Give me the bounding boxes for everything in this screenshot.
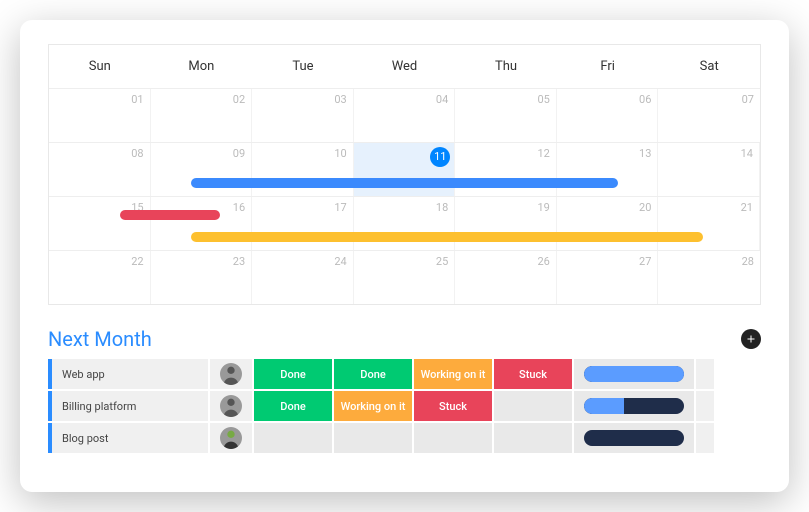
section-header: Next Month <box>48 327 761 351</box>
current-day-badge: 11 <box>430 147 450 167</box>
progress-fill <box>584 398 624 414</box>
progress-cell[interactable] <box>574 423 694 453</box>
add-icon[interactable] <box>741 329 761 349</box>
day-cell[interactable]: 05 <box>455 89 557 142</box>
status-cell[interactable]: Working on it <box>414 359 492 389</box>
task-name[interactable]: Blog post <box>48 423 208 453</box>
avatar <box>220 395 242 417</box>
status-cell[interactable]: Working on it <box>334 391 412 421</box>
weekday-label: Wed <box>354 45 456 88</box>
weekday-label: Sun <box>49 45 151 88</box>
weekday-label: Fri <box>557 45 659 88</box>
task-table: Web app Done Done Working on it Stuck Bi… <box>48 359 761 453</box>
avatar-cell[interactable] <box>210 359 252 389</box>
day-cell[interactable]: 10 <box>252 143 354 196</box>
day-cell[interactable]: 16 <box>151 197 253 250</box>
avatar-cell[interactable] <box>210 423 252 453</box>
table-row: Blog post <box>48 423 761 453</box>
row-end <box>696 359 714 389</box>
event-bar[interactable] <box>191 232 703 242</box>
day-cell[interactable]: 24 <box>252 251 354 304</box>
day-cell[interactable]: 17 <box>252 197 354 250</box>
calendar: Sun Mon Tue Wed Thu Fri Sat 01 02 03 04 … <box>48 44 761 305</box>
event-bar[interactable] <box>120 210 220 220</box>
day-cell[interactable]: 06 <box>557 89 659 142</box>
day-cell[interactable]: 27 <box>557 251 659 304</box>
status-cell[interactable]: Done <box>334 359 412 389</box>
calendar-row: 15 16 17 18 19 20 21 <box>49 196 760 250</box>
day-cell[interactable]: 12 <box>455 143 557 196</box>
day-cell[interactable]: 13 <box>557 143 659 196</box>
status-cell[interactable]: Done <box>254 391 332 421</box>
task-name[interactable]: Web app <box>48 359 208 389</box>
day-cell[interactable]: 28 <box>658 251 760 304</box>
app-card: Sun Mon Tue Wed Thu Fri Sat 01 02 03 04 … <box>20 20 789 492</box>
weekday-label: Sat <box>658 45 760 88</box>
task-name[interactable]: Billing platform <box>48 391 208 421</box>
day-cell[interactable]: 22 <box>49 251 151 304</box>
weekday-label: Thu <box>455 45 557 88</box>
progress-fill <box>584 366 684 382</box>
day-cell[interactable]: 18 <box>354 197 456 250</box>
day-cell[interactable]: 04 <box>354 89 456 142</box>
section-title: Next Month <box>48 327 152 351</box>
calendar-row: 22 23 24 25 26 27 28 <box>49 250 760 304</box>
status-cell[interactable]: Stuck <box>494 359 572 389</box>
day-cell[interactable]: 01 <box>49 89 151 142</box>
calendar-header: Sun Mon Tue Wed Thu Fri Sat <box>49 45 760 88</box>
status-cell[interactable]: Stuck <box>414 391 492 421</box>
avatar <box>220 427 242 449</box>
calendar-row: 08 09 10 11 12 13 14 <box>49 142 760 196</box>
day-cell[interactable]: 09 <box>151 143 253 196</box>
weekday-label: Tue <box>252 45 354 88</box>
day-cell[interactable]: 15 <box>49 197 151 250</box>
day-cell[interactable]: 20 <box>557 197 659 250</box>
status-cell[interactable] <box>494 391 572 421</box>
avatar-cell[interactable] <box>210 391 252 421</box>
day-cell[interactable]: 03 <box>252 89 354 142</box>
event-bar[interactable] <box>191 178 618 188</box>
status-cell[interactable] <box>494 423 572 453</box>
status-cell[interactable] <box>334 423 412 453</box>
status-cell[interactable] <box>414 423 492 453</box>
day-cell[interactable]: 14 <box>658 143 760 196</box>
progress-cell[interactable] <box>574 359 694 389</box>
calendar-row: 01 02 03 04 05 06 07 <box>49 88 760 142</box>
day-cell[interactable]: 02 <box>151 89 253 142</box>
plus-icon <box>745 333 757 345</box>
row-end <box>696 423 714 453</box>
table-row: Billing platform Done Working on it Stuc… <box>48 391 761 421</box>
weekday-label: Mon <box>151 45 253 88</box>
status-cell[interactable] <box>254 423 332 453</box>
day-cell[interactable]: 21 <box>658 197 760 250</box>
progress-cell[interactable] <box>574 391 694 421</box>
table-row: Web app Done Done Working on it Stuck <box>48 359 761 389</box>
day-cell[interactable]: 07 <box>658 89 760 142</box>
avatar <box>220 363 242 385</box>
day-cell[interactable]: 19 <box>455 197 557 250</box>
row-end <box>696 391 714 421</box>
status-cell[interactable]: Done <box>254 359 332 389</box>
day-cell[interactable]: 23 <box>151 251 253 304</box>
day-cell[interactable]: 26 <box>455 251 557 304</box>
day-cell[interactable]: 08 <box>49 143 151 196</box>
day-cell-current[interactable]: 11 <box>354 143 456 196</box>
day-cell[interactable]: 25 <box>354 251 456 304</box>
